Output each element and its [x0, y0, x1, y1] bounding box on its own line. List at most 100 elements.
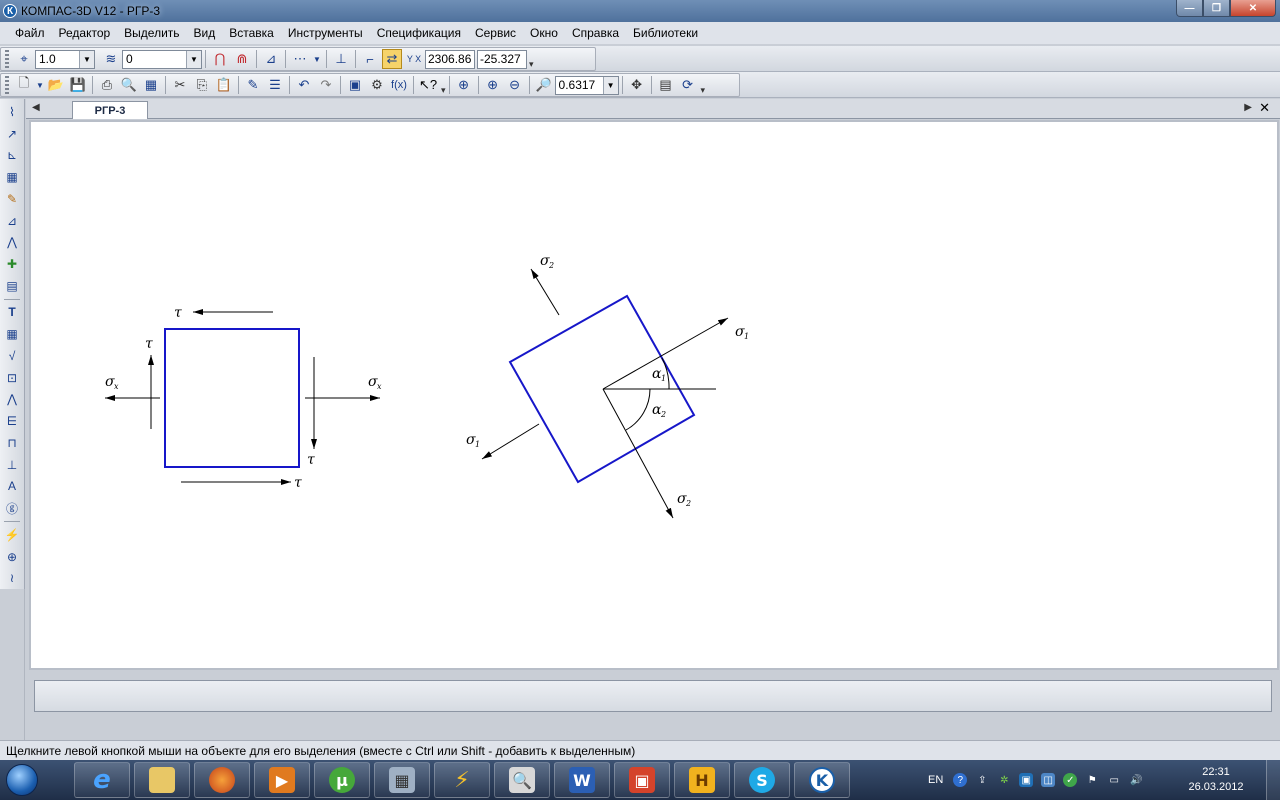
taskbar-ie[interactable]: e — [74, 762, 130, 798]
print-preview-icon[interactable]: 🔍 — [119, 75, 139, 95]
taskbar-presentation[interactable]: ▣ — [614, 762, 670, 798]
wave-line-icon[interactable]: ≀ — [3, 569, 21, 587]
roughness-icon[interactable]: √ — [3, 347, 21, 365]
taskbar-word[interactable]: W — [554, 762, 610, 798]
maximize-button[interactable]: ❐ — [1203, 0, 1230, 17]
menu-window[interactable]: Окно — [523, 26, 565, 40]
properties-icon[interactable]: ▦ — [141, 75, 161, 95]
chevron-down-icon[interactable]: ▼ — [312, 49, 322, 69]
menu-tools[interactable]: Инструменты — [281, 26, 370, 40]
ortho-mode-icon[interactable]: ⌐ — [360, 49, 380, 69]
toolbar-grip[interactable] — [5, 76, 9, 94]
table-icon[interactable]: ▦ — [3, 325, 21, 343]
toolbar-overflow-icon[interactable]: ▾ — [701, 85, 706, 96]
new-document-icon[interactable]: 🗋 — [14, 75, 34, 95]
position-icon[interactable]: ⋿ — [3, 412, 21, 430]
antivirus-tray-icon[interactable]: ✓ — [1063, 773, 1078, 787]
menu-libraries[interactable]: Библиотеки — [626, 26, 705, 40]
dimensions-icon[interactable]: ↗ — [3, 125, 21, 143]
taskbar-explorer[interactable] — [134, 762, 190, 798]
menu-select[interactable]: Выделить — [117, 26, 186, 40]
taskbar-firefox[interactable] — [194, 762, 250, 798]
menu-file[interactable]: Файл — [8, 26, 52, 40]
zoom-window-icon[interactable]: ⊕ — [454, 75, 474, 95]
property-panel[interactable] — [34, 680, 1272, 712]
layer-combo[interactable]: 0 ▼ — [122, 49, 202, 69]
menu-editor[interactable]: Редактор — [52, 26, 118, 40]
start-button[interactable] — [0, 760, 44, 800]
rebuild-icon[interactable]: ⟳ — [678, 75, 698, 95]
sigma1-left-arrow[interactable] — [481, 423, 540, 460]
taskbar-calculator[interactable]: ▦ — [374, 762, 430, 798]
zoom-combo[interactable]: 0.6317 ▼ — [554, 75, 619, 95]
step-combo[interactable]: 1.0 ▼ — [35, 49, 95, 69]
tab-rgr-3[interactable]: РГР-3 — [72, 101, 148, 119]
chevron-down-icon[interactable]: ▼ — [79, 50, 94, 68]
volume-tray-icon[interactable]: 🔊 — [1129, 773, 1143, 787]
cut-icon[interactable]: ✂ — [170, 75, 190, 95]
copy-properties-icon[interactable]: ✎ — [243, 75, 263, 95]
parametrization-icon[interactable]: ✎ — [3, 190, 21, 208]
editing-icon[interactable]: ▦ — [3, 168, 21, 186]
save-icon[interactable]: 💾 — [68, 75, 88, 95]
text-leader-icon[interactable]: A — [3, 477, 21, 495]
paste-icon[interactable]: 📋 — [214, 75, 234, 95]
associative-view-icon[interactable]: ✚ — [3, 255, 21, 273]
taskbar-kompas[interactable]: K — [794, 762, 850, 798]
help-pointer-icon[interactable]: ↖? — [418, 75, 438, 95]
zoom-out-icon[interactable]: ⊖ — [505, 75, 525, 95]
base-icon[interactable]: ⊡ — [3, 369, 21, 387]
toolbar-overflow-icon[interactable]: ▾ — [441, 85, 446, 96]
menu-help[interactable]: Справка — [565, 26, 626, 40]
taskbar-winamp[interactable]: ⚡ — [434, 762, 490, 798]
alpha2-arc[interactable] — [625, 388, 651, 431]
taskbar-skype[interactable]: S — [734, 762, 790, 798]
drawing-canvas[interactable]: τ τ τ τ σ x σ x σ 2 σ 1 σ 1 σ 2 α 1 α 2 — [29, 120, 1279, 670]
leader-icon[interactable]: ⋀ — [3, 391, 21, 409]
close-button[interactable]: ✕ — [1230, 0, 1276, 17]
grid-icon[interactable]: ⋯ — [290, 49, 310, 69]
specification-icon[interactable]: ▤ — [3, 277, 21, 295]
coord-y-field[interactable]: -25.327 — [477, 49, 527, 69]
snap-magnet-icon[interactable]: ⋂ — [210, 49, 230, 69]
sigma2-top-arrow[interactable] — [530, 268, 560, 316]
menu-view[interactable]: Вид — [187, 26, 223, 40]
round-coords-icon[interactable]: ⇄ — [382, 49, 402, 69]
toolbar-grip[interactable] — [5, 50, 9, 68]
chevron-down-icon[interactable]: ▼ — [602, 76, 618, 94]
clock[interactable]: 22:31 26.03.2012 — [1176, 765, 1256, 795]
variables-icon[interactable]: ⚙ — [367, 75, 387, 95]
layer-icon[interactable]: ≋ — [101, 49, 121, 69]
element-square[interactable] — [164, 328, 300, 468]
geometry-icon[interactable]: ⌇ — [3, 103, 21, 121]
designations-icon[interactable]: ⊾ — [3, 146, 21, 164]
usb-tray-icon[interactable]: ⇪ — [975, 773, 989, 787]
center-mark-icon[interactable]: ⊕ — [3, 548, 21, 566]
zoom-in-icon[interactable]: ⊕ — [483, 75, 503, 95]
minimize-button[interactable]: — — [1176, 0, 1203, 17]
taskbar-utorrent[interactable]: µ — [314, 762, 370, 798]
refresh-image-icon[interactable]: ▤ — [656, 75, 676, 95]
taskbar-media[interactable]: ▶ — [254, 762, 310, 798]
coord-x-field[interactable]: 2306.86 — [425, 49, 475, 69]
local-cs-icon[interactable]: ⊥ — [331, 49, 351, 69]
step-icon[interactable]: ⌖ — [14, 49, 34, 69]
manager-icon[interactable]: ☰ — [265, 75, 285, 95]
ortho-icon[interactable]: ⊿ — [261, 49, 281, 69]
open-folder-icon[interactable]: 📂 — [46, 75, 66, 95]
help-tray-icon[interactable]: ? — [953, 773, 968, 787]
redo-icon[interactable]: ↷ — [316, 75, 336, 95]
cut-line-icon[interactable]: ⊓ — [3, 434, 21, 452]
lightning-icon[interactable]: ⚡ — [3, 526, 21, 544]
library-manager-icon[interactable]: ▣ — [345, 75, 365, 95]
mark-icon[interactable]: ⓖ — [3, 499, 21, 517]
language-indicator[interactable]: EN — [928, 774, 943, 786]
chevron-down-icon[interactable]: ▼ — [36, 75, 44, 95]
local-snap-icon[interactable]: ⋒ — [232, 49, 252, 69]
display-tray-icon[interactable]: ▣ — [1019, 773, 1034, 787]
selection-icon[interactable]: ⋀ — [3, 233, 21, 251]
menu-service[interactable]: Сервис — [468, 26, 523, 40]
measurements-icon[interactable]: ⊿ — [3, 212, 21, 230]
menu-insert[interactable]: Вставка — [222, 26, 281, 40]
tab-scroll-right-icon[interactable]: ▶ — [1244, 102, 1252, 113]
